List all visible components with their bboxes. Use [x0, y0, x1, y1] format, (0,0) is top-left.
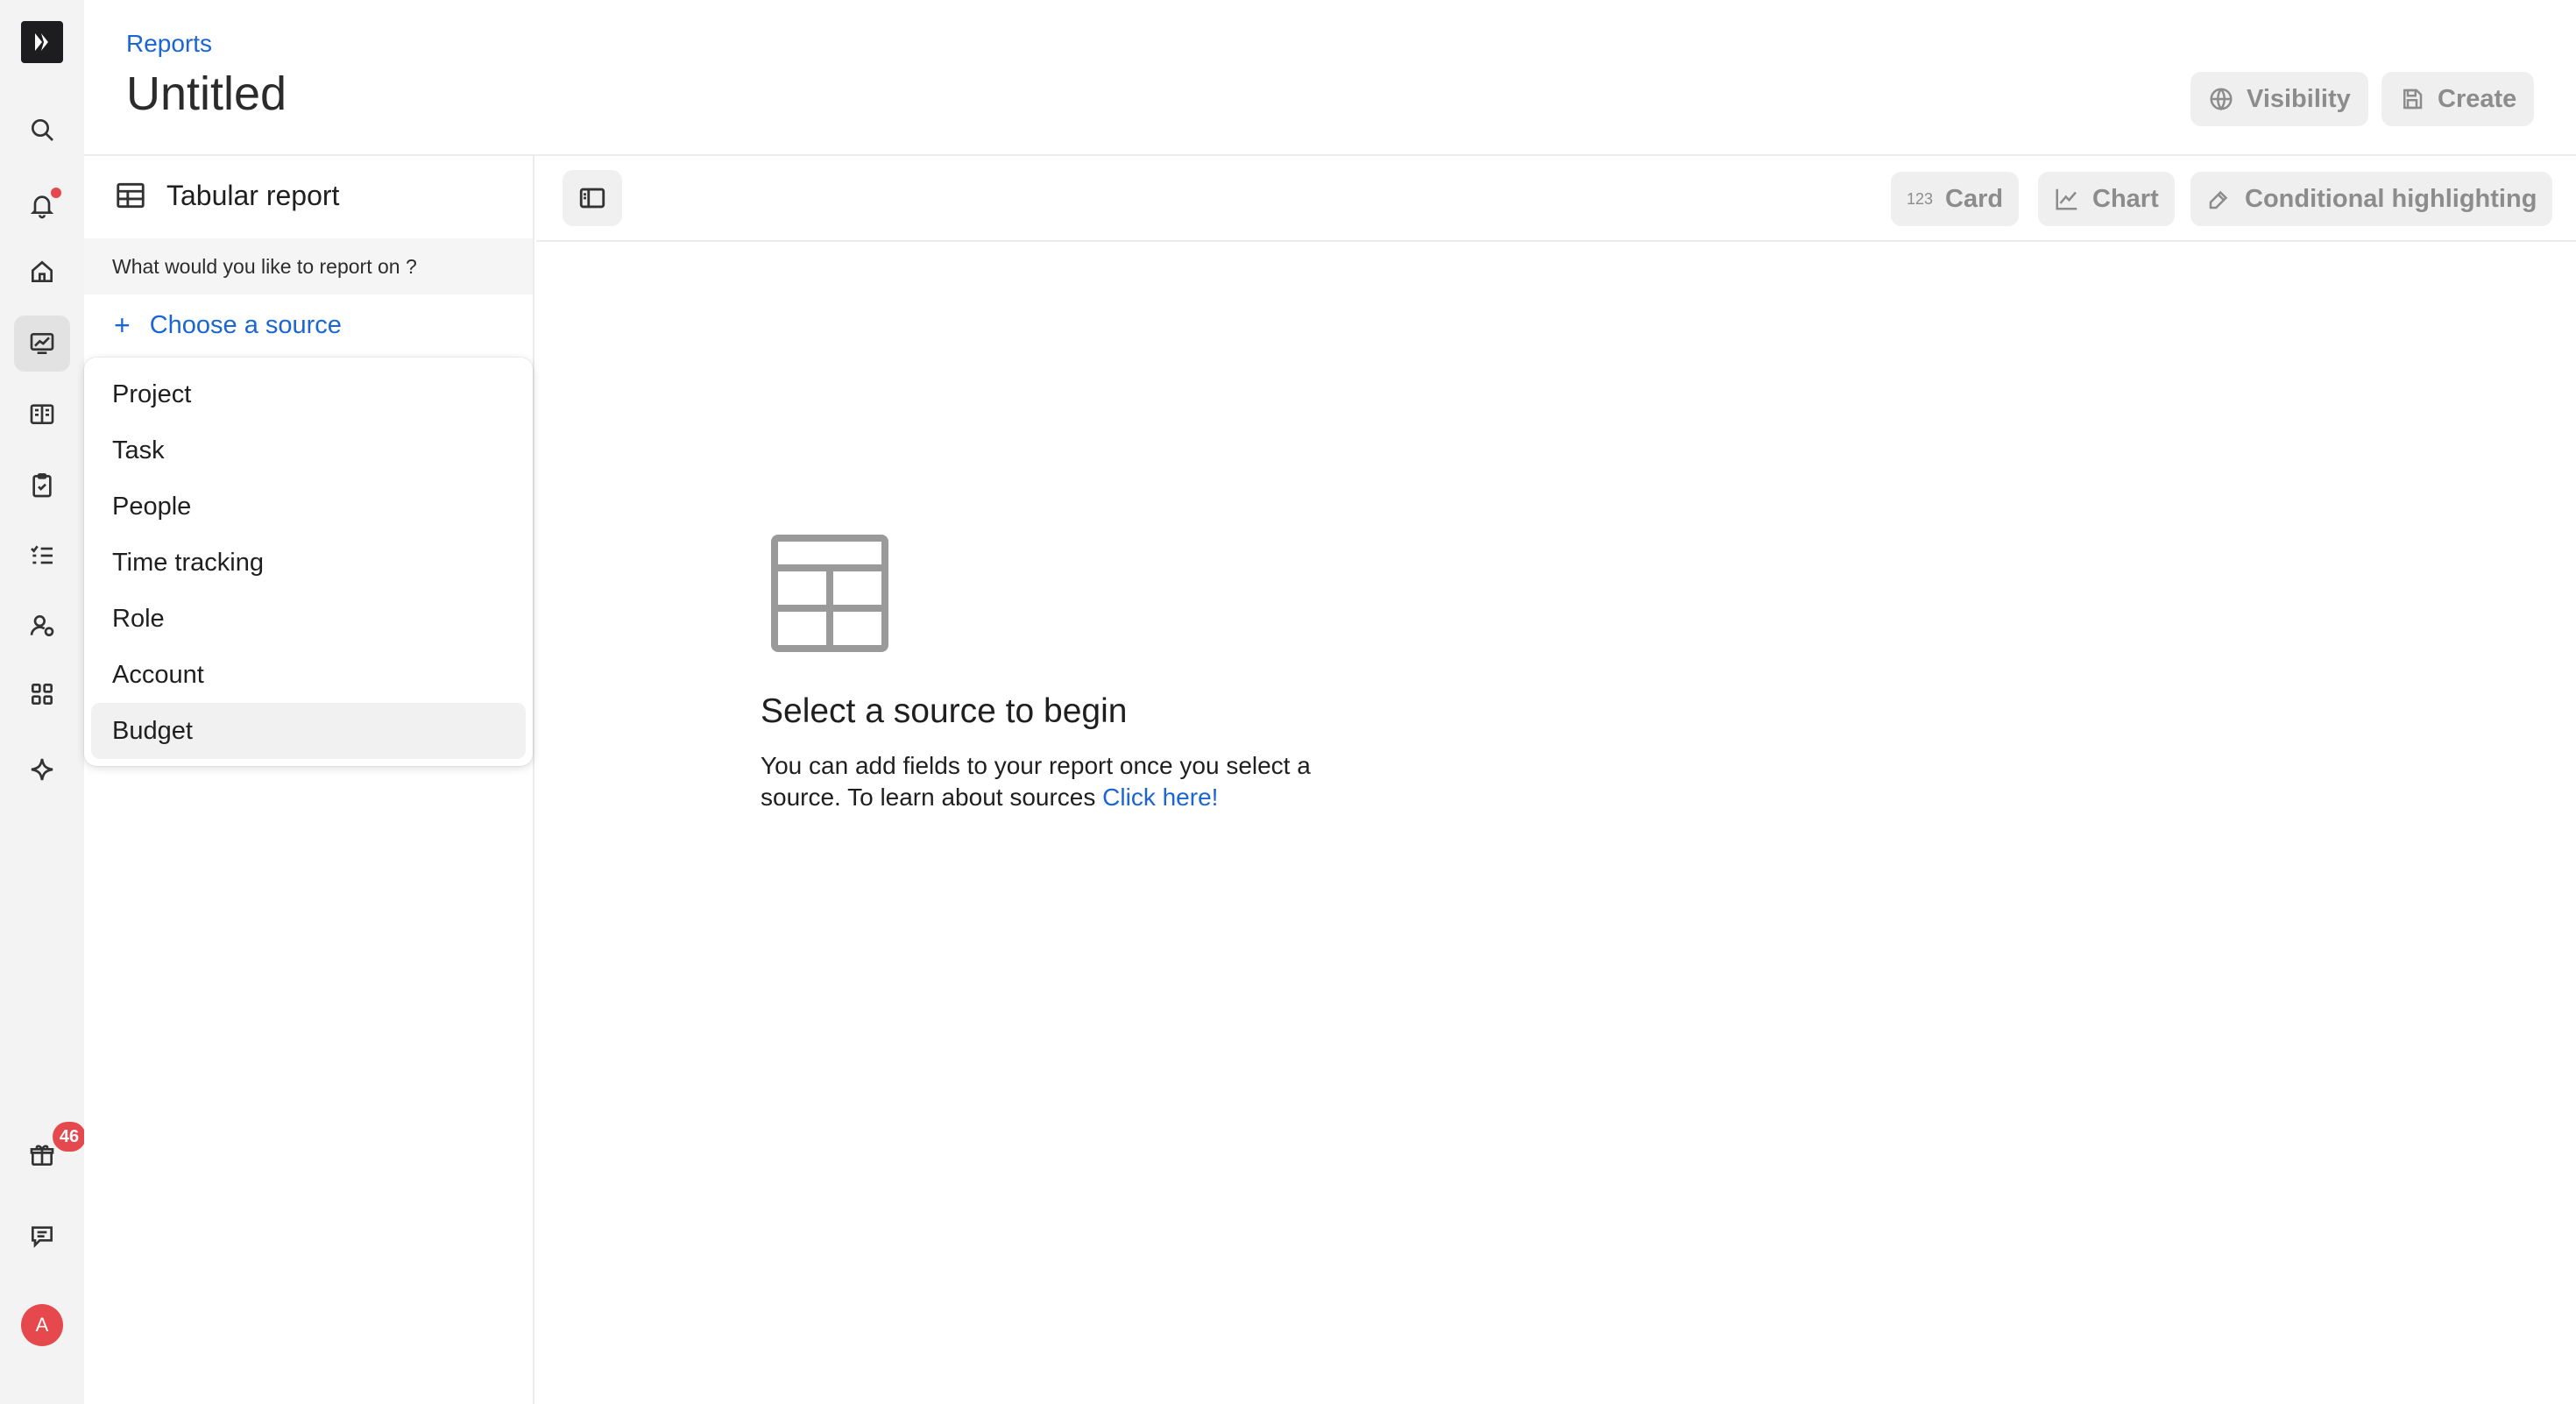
- learn-sources-link[interactable]: Click here!: [1102, 784, 1218, 811]
- visibility-label: Visibility: [2247, 84, 2351, 113]
- globe-icon: [2210, 88, 2233, 111]
- toggle-panel-button[interactable]: [563, 170, 622, 226]
- panel-title: Tabular report: [114, 179, 339, 212]
- catalog-button[interactable]: [14, 386, 70, 442]
- choose-source-label: Choose a source: [149, 310, 342, 339]
- home-button[interactable]: [14, 244, 70, 300]
- create-label: Create: [2438, 84, 2517, 113]
- checklist-icon: [31, 545, 53, 564]
- source-option-role[interactable]: Role: [91, 591, 526, 647]
- toolbar-divider: [536, 240, 2576, 242]
- sparkle-icon: [31, 758, 53, 781]
- apps-icon: [31, 684, 53, 705]
- chat-button[interactable]: [14, 1208, 70, 1264]
- visibility-button[interactable]: Visibility: [2190, 72, 2368, 126]
- tasks-button[interactable]: [14, 457, 70, 514]
- line-chart-icon: [2056, 188, 2077, 210]
- source-option-task[interactable]: Task: [91, 422, 526, 479]
- table-icon: [117, 182, 145, 209]
- source-option-people[interactable]: People: [91, 479, 526, 535]
- source-option-account[interactable]: Account: [91, 647, 526, 703]
- chart-button[interactable]: Chart: [2038, 172, 2175, 226]
- clipboard-icon: [32, 473, 52, 498]
- choose-source-button[interactable]: + Choose a source: [114, 303, 342, 347]
- create-button[interactable]: Create: [2381, 72, 2535, 126]
- breadcrumb-reports[interactable]: Reports: [126, 30, 212, 58]
- empty-state-text: You can add fields to your report once y…: [761, 750, 1391, 813]
- empty-state-body: You can add fields to your report once y…: [761, 752, 1311, 811]
- source-option-time-tracking[interactable]: Time tracking: [91, 535, 526, 591]
- notification-dot: [51, 188, 61, 198]
- empty-state-title: Select a source to begin: [761, 692, 1128, 730]
- source-question: What would you like to report on ?: [84, 238, 533, 294]
- card-label: Card: [1945, 184, 2004, 213]
- nav-rail: 46 A: [0, 0, 86, 1404]
- app-root: 46 A Reports Untitled Visibility Create …: [0, 0, 2576, 1404]
- plus-icon: +: [114, 309, 131, 341]
- reports-button[interactable]: [14, 316, 70, 372]
- chat-icon: [32, 1226, 53, 1248]
- reports-icon: [30, 333, 54, 354]
- highlighter-icon: [2209, 190, 2228, 209]
- search-button[interactable]: [14, 102, 70, 158]
- ai-button[interactable]: [14, 741, 70, 798]
- save-icon: [2403, 89, 2423, 110]
- source-option-project[interactable]: Project: [91, 366, 526, 422]
- report-config-panel: Tabular report What would you like to re…: [84, 156, 534, 1404]
- chart-label: Chart: [2092, 184, 2159, 213]
- whats-new-button[interactable]: 46: [14, 1122, 86, 1183]
- gift-icon: [30, 1145, 54, 1166]
- home-icon: [32, 260, 53, 282]
- book-icon: [30, 404, 54, 424]
- source-dropdown: Project Task People Time tracking Role A…: [84, 358, 533, 766]
- avatar[interactable]: A: [21, 1304, 63, 1346]
- sidebar-toggle-icon: [579, 188, 605, 209]
- user-settings-icon: [30, 615, 54, 636]
- logo-icon[interactable]: [21, 21, 63, 63]
- number-icon: 123: [1907, 189, 1934, 208]
- logo-mark: [35, 33, 48, 51]
- empty-table-icon: [771, 535, 888, 652]
- page-title[interactable]: Untitled: [126, 67, 287, 121]
- search-icon: [32, 119, 53, 141]
- source-option-budget[interactable]: Budget: [91, 703, 526, 759]
- conditional-highlighting-button[interactable]: Conditional highlighting: [2190, 172, 2553, 226]
- conditional-label: Conditional highlighting: [2245, 184, 2537, 213]
- notifications-button[interactable]: [14, 177, 70, 233]
- people-settings-button[interactable]: [14, 598, 70, 654]
- card-button[interactable]: 123 Card: [1891, 172, 2020, 226]
- panel-title-label: Tabular report: [166, 179, 340, 211]
- gift-badge: 46: [53, 1122, 86, 1152]
- checklist-button[interactable]: [14, 528, 70, 584]
- apps-button[interactable]: [14, 666, 70, 722]
